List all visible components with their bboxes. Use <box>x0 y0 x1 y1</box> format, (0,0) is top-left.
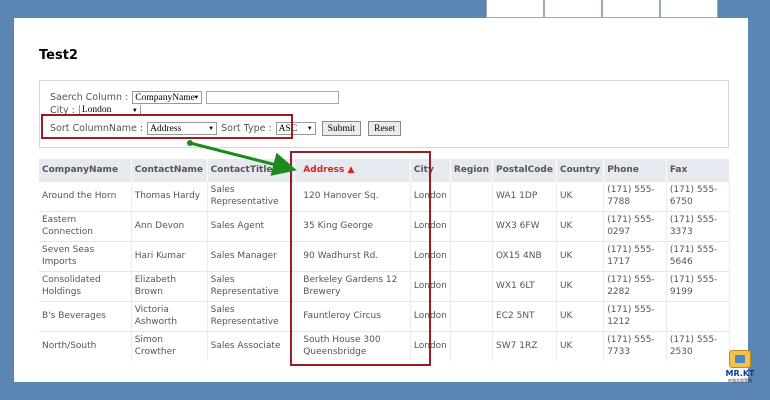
arrow-line <box>189 141 297 176</box>
logo-tagline: 的強式部落格 <box>728 378 752 383</box>
logo-name: MR.KT <box>725 369 755 378</box>
logo-icon <box>729 350 751 368</box>
arrow-origin-dot <box>187 140 193 146</box>
annotation-arrow <box>187 140 297 176</box>
mrkt-logo: MR.KT 的強式部落格 <box>720 350 760 392</box>
